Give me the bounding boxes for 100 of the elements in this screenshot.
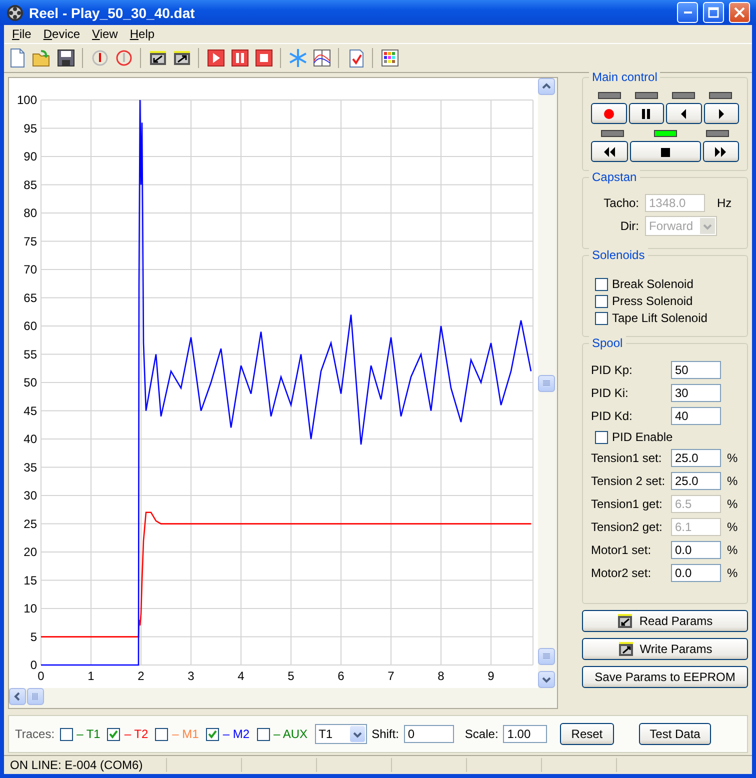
chart-icon[interactable] (310, 47, 332, 69)
checkbox[interactable] (256, 728, 270, 740)
number-field[interactable]: 30 (671, 384, 721, 402)
grip-icon (31, 692, 40, 701)
play-icon[interactable] (204, 47, 226, 69)
checkbox-label: PID Enable (612, 430, 673, 444)
params-button[interactable]: Read Params (582, 610, 748, 632)
menu-item[interactable]: Help (124, 27, 161, 41)
axis-tick-label: 6 (338, 669, 344, 683)
checkbox-label: – M2 (222, 727, 250, 741)
unit-label: % (727, 451, 738, 465)
action-button[interactable]: Reset (560, 723, 614, 745)
stop-icon (658, 146, 672, 158)
action-button[interactable]: Test Data (638, 723, 712, 745)
close-icon (734, 7, 745, 18)
stop-button[interactable] (630, 141, 700, 162)
trace-dropdown[interactable]: T1 (314, 724, 367, 744)
save-icon[interactable] (54, 47, 76, 69)
axis-tick-label: 55 (24, 347, 37, 362)
field-label: Tacho: (602, 196, 639, 210)
number-field[interactable]: 0.0 (671, 541, 721, 559)
checkbox-label: Break Solenoid (612, 277, 694, 291)
field-label: Tension1 set: (591, 451, 663, 465)
film-out-icon (618, 641, 634, 657)
checkbox[interactable] (107, 728, 120, 740)
maximize-button[interactable] (703, 2, 724, 23)
number-field[interactable]: 0.0 (671, 564, 721, 582)
checkbox[interactable] (595, 278, 608, 290)
menu-item[interactable]: Device (37, 27, 86, 41)
axis-tick-label: 5 (30, 630, 37, 644)
group-title: Main control (589, 70, 660, 84)
checkbox[interactable] (595, 430, 608, 444)
axis-tick-label: 85 (24, 178, 37, 192)
number-field[interactable]: 25.0 (671, 449, 721, 467)
checkbox[interactable] (60, 728, 73, 740)
record-button[interactable] (591, 103, 626, 124)
close-button[interactable] (729, 2, 750, 23)
scroll-thumb[interactable] (27, 688, 44, 705)
scale-field[interactable]: 1.00 (503, 725, 548, 743)
checkbox[interactable] (206, 728, 219, 740)
field-label: Shift: (372, 727, 399, 741)
axis-tick-label: 60 (24, 319, 37, 333)
group-title: Spool (589, 336, 626, 350)
forward-button[interactable] (704, 103, 739, 124)
axis-tick-label: 9 (488, 669, 494, 683)
unit-label: % (727, 497, 738, 511)
axis-tick-label: 30 (24, 488, 37, 502)
minimize-button[interactable] (677, 2, 698, 23)
film-in-icon (617, 613, 634, 629)
pause-icon[interactable] (228, 47, 250, 69)
color-grid-icon[interactable] (378, 47, 400, 69)
menu-item[interactable]: File (6, 27, 38, 41)
checkbox[interactable] (595, 312, 608, 324)
checkbox-label: – AUX (274, 727, 308, 741)
group-title: Solenoids (589, 248, 648, 262)
back-button[interactable] (666, 103, 702, 124)
scroll-up-button[interactable] (538, 78, 555, 95)
checkmark-icon (208, 730, 217, 738)
unit-label: % (727, 474, 738, 488)
status-text: ON LINE: E-004 (COM6) (9, 758, 144, 772)
axis-tick-label: 4 (238, 669, 244, 683)
stop-icon[interactable] (252, 47, 274, 69)
scroll-thumb[interactable] (538, 375, 555, 392)
reel-icon (6, 4, 24, 22)
scroll-down-button[interactable] (538, 671, 555, 688)
axis-tick-label: 50 (24, 376, 37, 390)
axis-tick-label: 8 (438, 669, 444, 683)
field-label: Motor1 set: (591, 543, 652, 557)
chevron-left-icon (13, 692, 22, 701)
rewind-button[interactable] (591, 141, 628, 162)
params-button[interactable]: Save Params to EEPROM (582, 666, 748, 688)
axis-tick-label: 20 (24, 545, 37, 559)
checkbox-label: – M1 (172, 727, 199, 741)
axis-tick-label: 3 (188, 669, 194, 683)
shift-field[interactable]: 0 (404, 725, 454, 743)
axis-tick-label: 10 (24, 602, 37, 616)
number-field[interactable]: 25.0 (671, 472, 721, 490)
menu-item[interactable]: View (86, 27, 124, 41)
scroll-left-button[interactable] (9, 688, 26, 705)
minimize-icon (684, 11, 692, 14)
rewind-icon (602, 146, 616, 158)
pause-button[interactable] (628, 103, 664, 124)
field-label: Tension 2 set: (591, 474, 666, 488)
checkbox[interactable] (155, 728, 168, 740)
checkbox[interactable] (595, 294, 608, 308)
axis-tick-label: 7 (388, 669, 394, 683)
axis-tick-label: 80 (24, 206, 37, 220)
axis-tick-label: 90 (24, 150, 37, 164)
params-button[interactable]: Write Params (582, 638, 748, 660)
chevron-down-icon (352, 730, 362, 738)
axis-tick-label: 95 (24, 121, 37, 136)
chevron-down-icon (703, 222, 712, 230)
checkbox-label: – T1 (76, 727, 100, 741)
number-field[interactable]: 40 (671, 407, 721, 425)
grip-icon (542, 652, 551, 661)
axis-tick-label: 25 (24, 516, 37, 531)
number-field[interactable]: 50 (671, 361, 721, 379)
fast-forward-button[interactable] (702, 141, 739, 162)
axis-tick-label: 40 (24, 432, 37, 446)
scroll-thumb[interactable] (538, 648, 555, 665)
